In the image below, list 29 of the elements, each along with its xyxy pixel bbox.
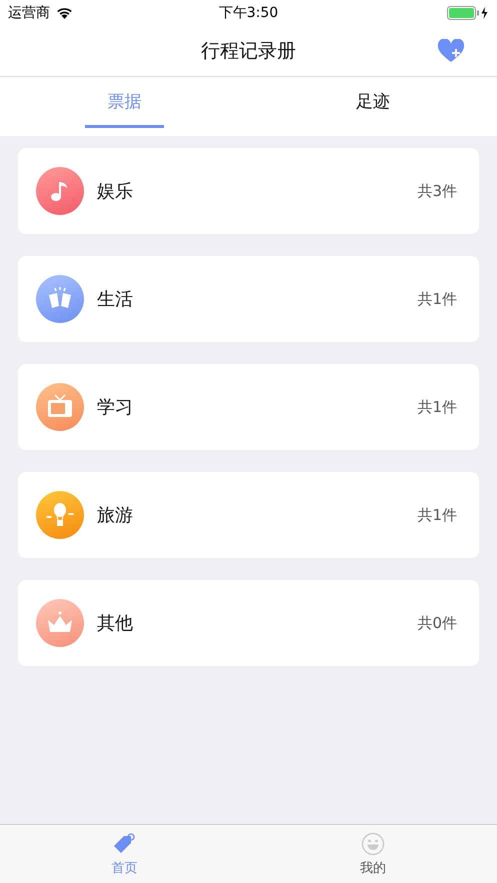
crown-icon: [36, 599, 84, 647]
heart-plus-icon[interactable]: [437, 39, 465, 63]
battery-icon: [446, 6, 489, 20]
music-icon: [36, 167, 84, 215]
tv-icon: [36, 383, 84, 431]
page-title: 行程记录册: [201, 39, 296, 64]
item-count: 共0件: [417, 614, 457, 632]
category-card[interactable]: 学习 共1件: [18, 364, 479, 450]
category-card[interactable]: 旅游 共1件: [18, 472, 479, 558]
tag-icon: [112, 832, 136, 856]
item-count: 共3件: [417, 182, 457, 200]
tab-bar-item[interactable]: 我的: [248, 825, 497, 883]
category-name: 其他: [97, 612, 134, 635]
category-card[interactable]: 生活 共1件: [18, 256, 479, 342]
item-count: 共1件: [417, 290, 457, 308]
status-time: 下午3:50: [218, 4, 278, 22]
category-card[interactable]: 娱乐 共3件: [18, 148, 479, 234]
carrier-name: 运营商: [8, 4, 50, 22]
category-name: 生活: [97, 288, 134, 311]
category-card[interactable]: 其他 共0件: [18, 580, 479, 666]
category-name: 旅游: [97, 504, 134, 527]
item-count: 共1件: [417, 398, 457, 416]
smiley-icon: [360, 832, 385, 856]
item-count: 共1件: [417, 506, 457, 524]
category-name: 学习: [97, 396, 134, 419]
wifi-icon: [56, 7, 73, 19]
tab[interactable]: 足迹: [334, 77, 412, 128]
category-name: 娱乐: [97, 180, 134, 203]
balloon-icon: [36, 491, 84, 539]
